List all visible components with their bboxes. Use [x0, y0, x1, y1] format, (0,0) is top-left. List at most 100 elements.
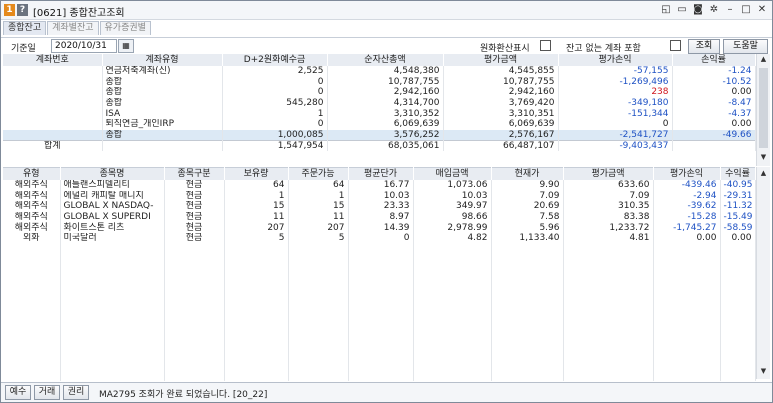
accounts-header-cell[interactable]: 계좌번호 [3, 54, 103, 66]
account-row[interactable]: 종합 545,280 4,314,700 3,769,420 -349,180 -8.47 [3, 97, 756, 109]
fx-conversion-checkbox[interactable] [540, 40, 551, 51]
holding-row[interactable] [3, 338, 756, 350]
holdings-table: 유형 종목명 종목구분 보유량 주문가능 평균단가 매입금액 현재가 평가금액 평가손익 수익률 해… [3, 167, 756, 382]
holding-row[interactable] [3, 243, 756, 255]
holdings-header-cell[interactable]: 종목구분 [164, 167, 225, 180]
date-field[interactable]: 2020/10/31 [51, 39, 117, 53]
accounts-header-cell[interactable]: 평가손익 [558, 54, 673, 66]
accounts-header-cell[interactable]: 평가금액 [443, 54, 559, 66]
holding-row[interactable] [3, 349, 756, 361]
holdings-header-cell[interactable]: 유형 [3, 167, 61, 180]
holdings-header-cell[interactable]: 매입금액 [413, 167, 492, 180]
close-icon[interactable]: ✕ [756, 3, 768, 17]
scroll-up-icon[interactable]: ▲ [757, 168, 770, 179]
minimize-icon[interactable]: – [724, 3, 736, 17]
holding-cell-rate [720, 254, 756, 265]
account-row[interactable]: 종합 0 10,787,755 10,787,755 -1,269,496 -10.52 [3, 76, 756, 88]
total-cell: 68,035,061 [327, 139, 444, 151]
holding-cell-rate [720, 264, 756, 276]
holding-row[interactable] [3, 370, 756, 382]
accounts-header-cell[interactable]: D+2원화예수금 [222, 54, 328, 66]
holding-row[interactable] [3, 275, 756, 286]
holdings-header-cell[interactable]: 보유량 [224, 167, 289, 180]
search-button[interactable]: 조회 [688, 39, 720, 54]
holding-row[interactable]: 해외주식 GLOBAL X NASDAQ- 현금 15 15 23.33 349.97 20.… [3, 201, 756, 212]
include-empty-checkbox[interactable] [670, 40, 681, 51]
holding-cell-avail [288, 243, 349, 255]
deposit-button[interactable]: 예수 [5, 385, 31, 400]
scroll-up-icon[interactable]: ▲ [757, 54, 770, 65]
holding-cell-kind: 해외주식 [3, 201, 61, 212]
holding-cell-name [60, 370, 165, 382]
holding-cell-qty: 5 [224, 232, 289, 244]
holding-cell-avg: 8.97 [348, 211, 414, 223]
accounts-header-cell[interactable]: 계좌유형 [102, 54, 223, 66]
holding-cell-buy [413, 328, 492, 339]
holdings-header-cell[interactable]: 종목명 [60, 167, 165, 180]
holding-row[interactable] [3, 254, 756, 265]
account-row[interactable]: 종합 0 2,942,160 2,942,160 238 0.00 [3, 87, 756, 98]
holdings-header-cell[interactable]: 현재가 [491, 167, 564, 180]
holding-cell-buy [413, 275, 492, 286]
account-row[interactable]: 종합 1,000,085 3,576,252 2,576,167 -2,541,727-… [3, 129, 756, 141]
scroll-thumb[interactable] [759, 68, 768, 148]
account-row[interactable]: ISA 1 3,310,352 3,310,351 -151,344 -4.37 [3, 108, 756, 119]
calendar-icon[interactable]: ▦ [118, 39, 134, 53]
holding-cell-pnl: -15.28 [653, 211, 721, 223]
account-row[interactable]: 연금저축계좌(신) 2,525 4,548,380 4,545,855 -57,155-… [3, 66, 756, 77]
holding-row[interactable] [3, 296, 756, 308]
help-button[interactable]: 도움말 [723, 39, 768, 54]
holding-cell-buy [413, 254, 492, 265]
holdings-header-cell[interactable]: 수익률 [720, 167, 756, 180]
date-label: 기준일 [11, 44, 36, 54]
tab-total-balance[interactable]: 종합잔고 [3, 21, 47, 35]
tab-account-balance[interactable]: 계좌별잔고 [47, 21, 99, 35]
holding-row[interactable] [3, 317, 756, 329]
holding-row[interactable]: 해외주식 GLOBAL X SUPERDI 현금 11 11 8.97 98.66 7.58 8… [3, 211, 756, 223]
holding-row[interactable]: 해외주식 에널리 캐피탈 매니지 현금 1 1 10.03 10.03 7.09 7.09 -2.… [3, 190, 756, 202]
scroll-down-icon[interactable]: ▼ [757, 366, 770, 377]
trade-button[interactable]: 거래 [34, 385, 60, 400]
maximize-icon[interactable]: □ [740, 3, 752, 17]
holding-row[interactable] [3, 285, 756, 297]
restore-small-icon[interactable]: ◱ [660, 3, 672, 17]
account-cell-pnl: -57,155 [558, 66, 673, 77]
holding-row[interactable] [3, 307, 756, 318]
holding-cell-kind [3, 307, 61, 318]
accounts-header-cell[interactable]: 손익률 [672, 54, 756, 66]
holding-cell-avg [348, 349, 414, 361]
camera-icon[interactable]: ◙ [692, 3, 704, 17]
holding-cell-qty [224, 243, 289, 255]
account-row[interactable]: 퇴직연금_개인IRP 0 6,069,639 6,069,639 0 0.00 [3, 118, 756, 130]
window-number-badge[interactable]: 1 [4, 4, 15, 16]
holding-row[interactable] [3, 328, 756, 339]
holdings-header-cell[interactable]: 평균단가 [348, 167, 414, 180]
holdings-header-cell[interactable]: 주문가능 [288, 167, 349, 180]
holding-cell-eval [563, 264, 654, 276]
holding-cell-kind [3, 370, 61, 382]
holding-cell-avg: 0 [348, 232, 414, 244]
holding-row[interactable]: 해외주식 화이트스톤 리츠 현금 207 207 14.39 2,978.99 5.96 1,2… [3, 222, 756, 233]
holdings-scrollbar[interactable]: ▲ ▼ [756, 167, 770, 379]
rights-button[interactable]: 권리 [63, 385, 89, 400]
gear-icon[interactable]: ✲ [708, 3, 720, 17]
holding-cell-pnl [653, 317, 721, 329]
holding-cell-kind [3, 328, 61, 339]
screen-icon[interactable]: ▭ [676, 3, 688, 17]
account-cell-pnl: -151,344 [558, 108, 673, 119]
holding-row[interactable] [3, 264, 756, 276]
holdings-header-cell[interactable]: 평가손익 [653, 167, 721, 180]
holding-cell-name: 화이트스톤 리츠 [60, 222, 165, 233]
holding-row[interactable]: 외화 미국달러 현금 5 5 0 4.82 1,133.40 4.81 0.00 0.00 [3, 232, 756, 244]
accounts-header-cell[interactable]: 순자산총액 [327, 54, 444, 66]
holding-cell-avail: 5 [288, 232, 349, 244]
accounts-scrollbar[interactable]: ▲ ▼ [756, 54, 770, 166]
holding-row[interactable] [3, 360, 756, 371]
holding-cell-eval [563, 254, 654, 265]
tab-securities[interactable]: 유가증권별 [99, 21, 151, 35]
holding-row[interactable]: 해외주식 애틀랜스피델리티 현금 64 64 16.77 1,073.06 9.90 633.6… [3, 180, 756, 191]
holdings-header-cell[interactable]: 평가금액 [563, 167, 654, 180]
scroll-down-icon[interactable]: ▼ [757, 152, 770, 163]
holding-cell-price [491, 296, 564, 308]
help-badge[interactable]: ? [17, 4, 28, 16]
